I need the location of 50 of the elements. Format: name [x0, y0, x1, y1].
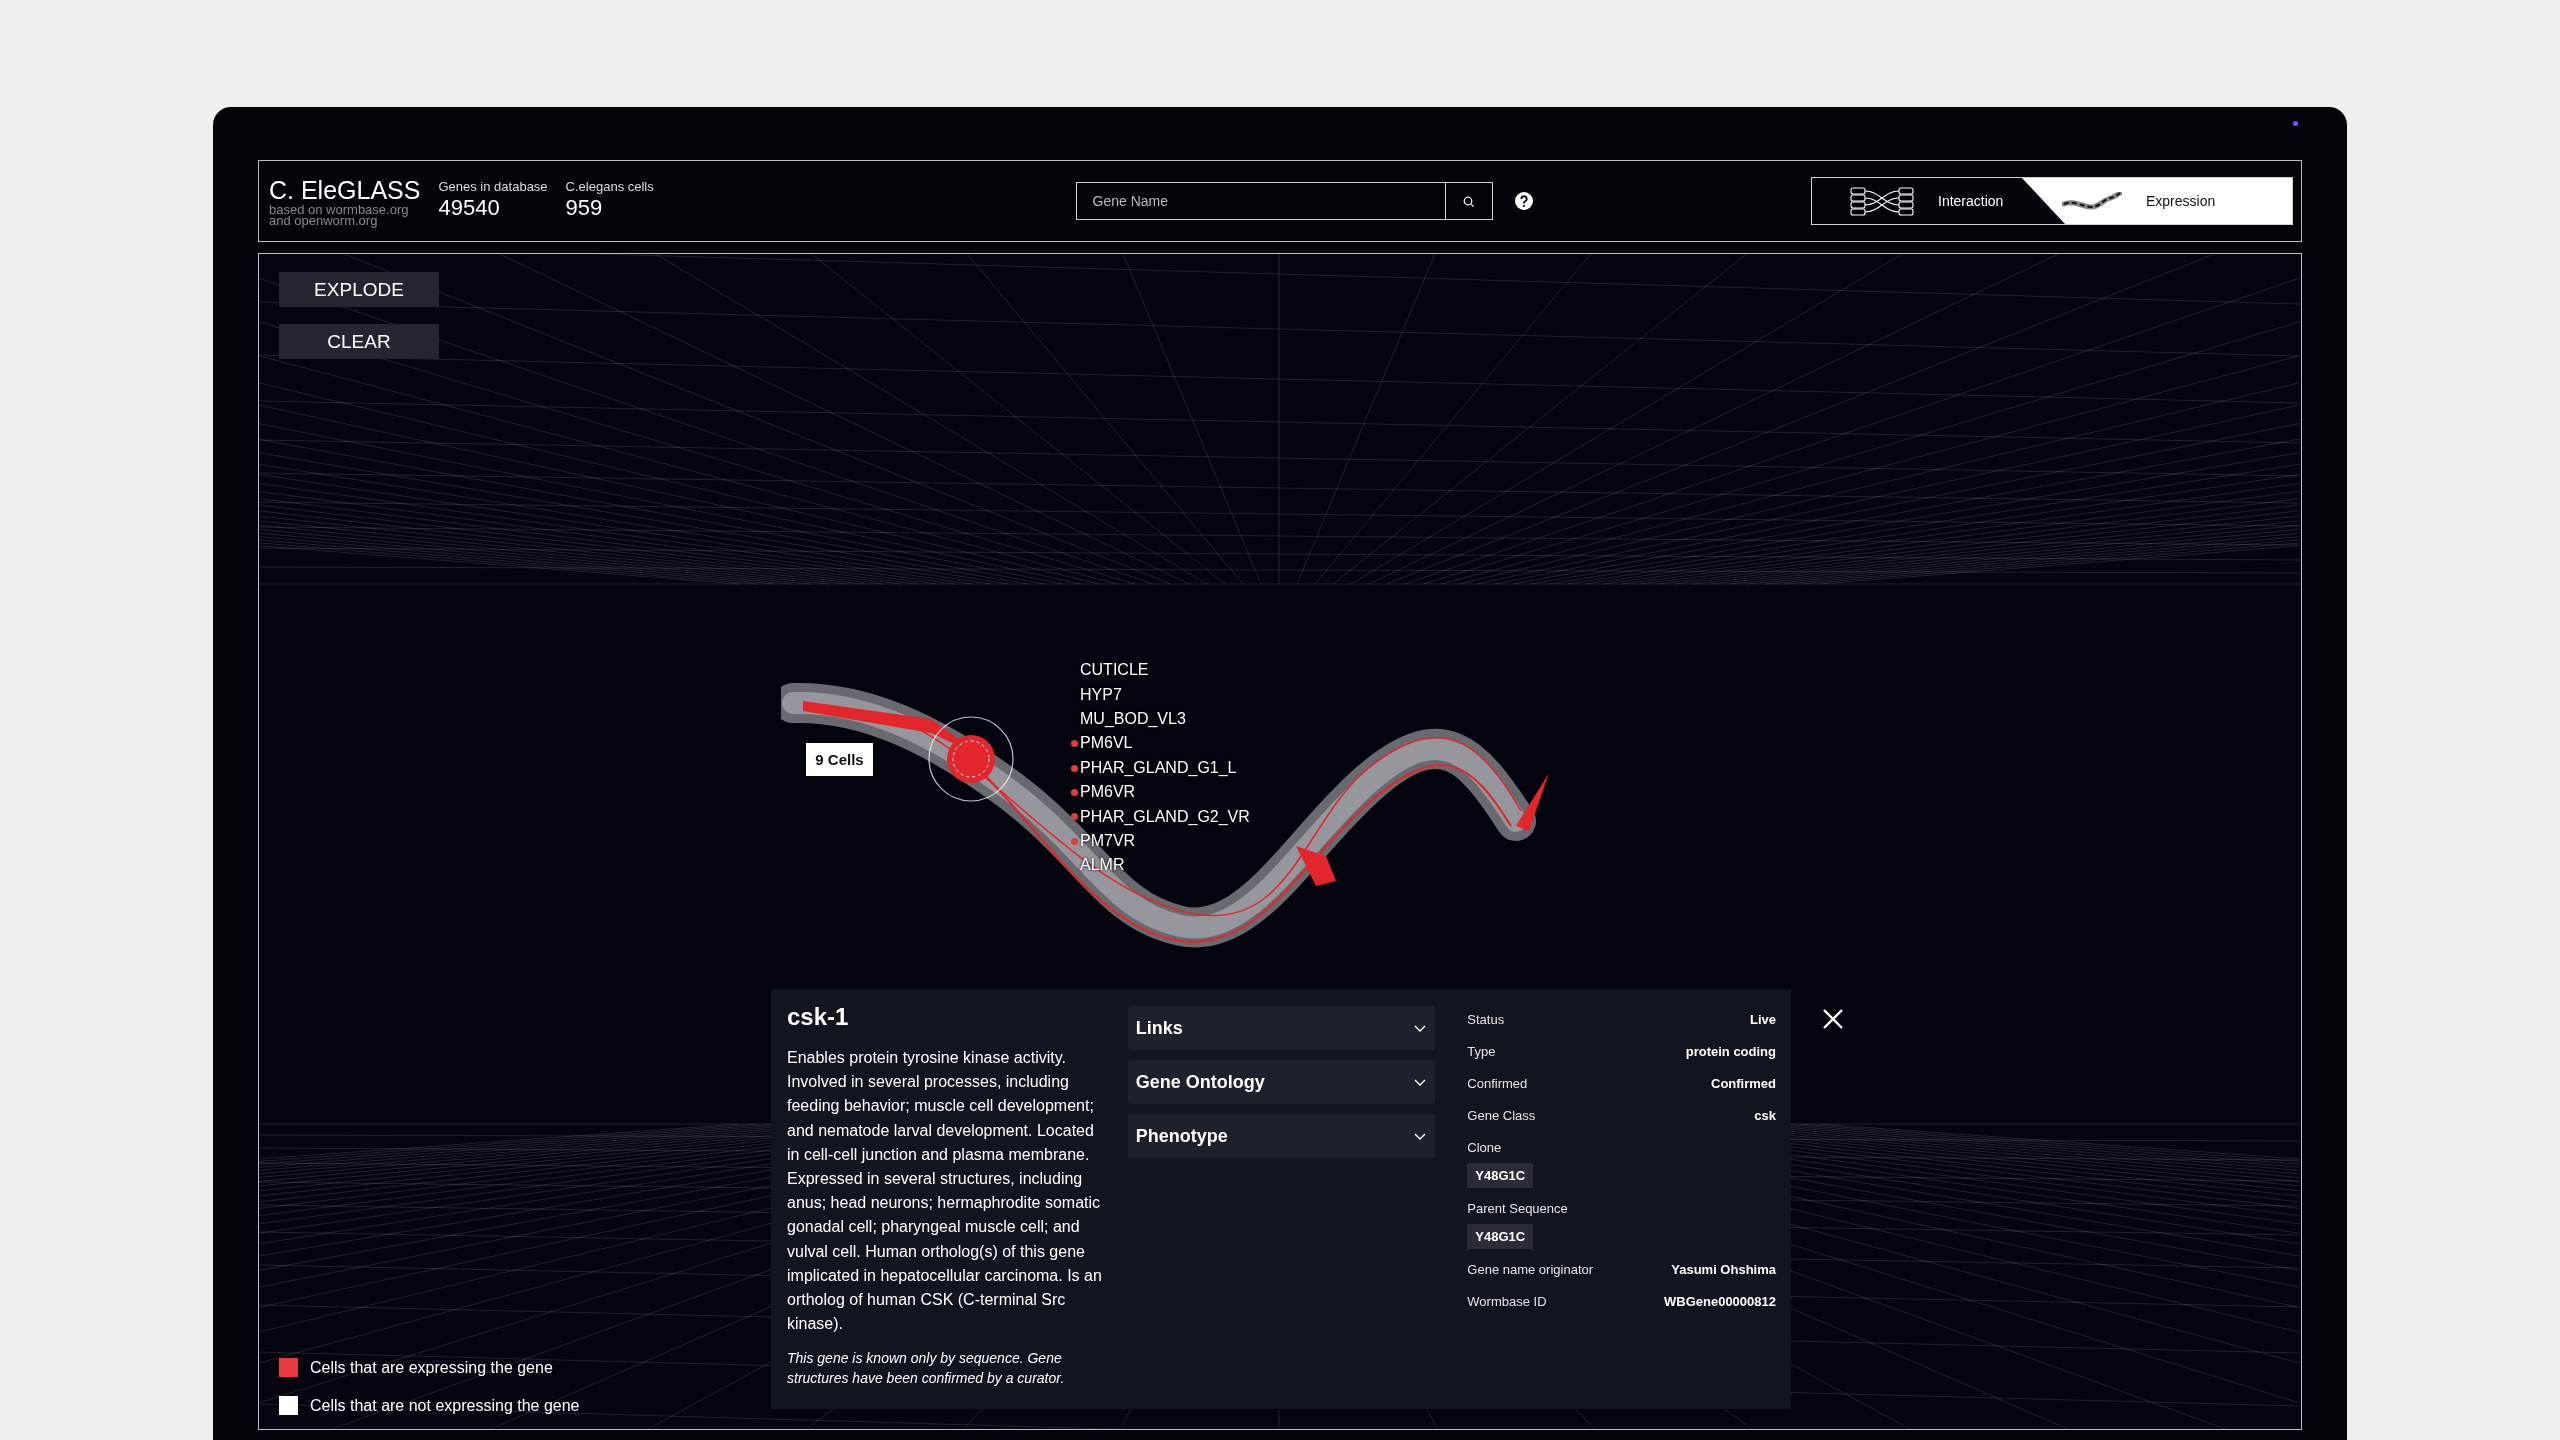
- close-icon: [1821, 1007, 1845, 1031]
- search-icon: [1463, 195, 1474, 207]
- app-subtitle: based on wormbase.org and openworm.org: [269, 204, 409, 226]
- gene-title: csk-1: [787, 1003, 850, 1031]
- indicator-dot: [2293, 121, 2298, 126]
- cell-label[interactable]: HYP7: [1080, 685, 1122, 704]
- property-label: Gene Class: [1467, 1107, 1536, 1123]
- property-value: Confirmed: [1711, 1075, 1776, 1091]
- cell-label[interactable]: PHAR_GLAND_G2_VR: [1080, 807, 1250, 826]
- curation-note: This gene is known only by sequence. Gene structures have been confirmed by a curator.: [787, 1349, 1066, 1389]
- tool-button[interactable]: EXPLODE: [279, 272, 439, 307]
- stat-value: 959: [565, 195, 604, 221]
- cell-label[interactable]: PM6VR: [1080, 783, 1136, 802]
- stat-label: C.elegans cells: [565, 178, 654, 195]
- cell-count-tag: 9 Cells: [806, 743, 873, 776]
- section-toggle[interactable]: Gene Ontology: [1127, 1060, 1436, 1104]
- tool-button[interactable]: CLEAR: [279, 324, 439, 359]
- cell-label[interactable]: PM6VL: [1080, 734, 1133, 753]
- close-button[interactable]: [1821, 1007, 1845, 1031]
- property-value: Live: [1750, 1011, 1776, 1027]
- view-tab[interactable]: Expression: [2022, 178, 2292, 224]
- property-label: Clone: [1467, 1139, 1502, 1155]
- section-toggle[interactable]: Phenotype: [1127, 1114, 1436, 1158]
- gene-description: Enables protein tyrosine kinase activity. Involved in several processes, including feeding behavior; muscle cell development; and nematode larval development. Located in cell-cell junction and plasma membrane. Expressed in several structures, including anus; head neurons; hermaphrodite somatic gonadal cell; pharyngeal muscle cell; and vulval cell. Human ortholog(s) of this gene implicated in hepatocellular carcinoma. Is an ortholog of human CSK (C-terminal Src kinase).: [787, 1048, 1103, 1335]
- app-logo: C. EleGLASS: [269, 176, 421, 204]
- cell-label[interactable]: CUTICLE: [1080, 661, 1149, 680]
- property-label: Confirmed: [1467, 1075, 1528, 1091]
- legend-label: Cells that are not expressing the gene: [310, 1396, 580, 1415]
- property-value: WBGene00000812: [1664, 1293, 1776, 1309]
- stat-value: 49540: [438, 195, 501, 221]
- linked-nodes-icon: [1850, 186, 1914, 216]
- property-label: Gene name originator: [1467, 1261, 1594, 1277]
- worm-icon: [2062, 192, 2122, 210]
- stat-label: Genes in database: [438, 178, 548, 195]
- property-value: protein coding: [1685, 1043, 1776, 1059]
- cell-label[interactable]: PHAR_GLAND_G1_L: [1080, 758, 1237, 777]
- property-label: Parent Sequence: [1467, 1200, 1568, 1216]
- section-toggle[interactable]: Links: [1127, 1006, 1436, 1050]
- cell-label[interactable]: MU_BOD_VL3: [1080, 709, 1186, 728]
- property-label: Wormbase ID: [1467, 1293, 1547, 1309]
- legend-label: Cells that are expressing the gene: [310, 1358, 553, 1377]
- property-tag: Y48G1C: [1467, 1163, 1534, 1188]
- property-value: Yasumi Ohshima: [1671, 1261, 1776, 1277]
- property-label: Type: [1467, 1043, 1496, 1059]
- property-tag: Y48G1C: [1467, 1224, 1534, 1249]
- help-icon[interactable]: [1514, 192, 1533, 210]
- property-label: Status: [1467, 1011, 1505, 1027]
- property-value: csk: [1754, 1107, 1776, 1123]
- cell-label[interactable]: PM7VR: [1080, 831, 1136, 850]
- search-field[interactable]: Gene Name: [1075, 182, 1493, 220]
